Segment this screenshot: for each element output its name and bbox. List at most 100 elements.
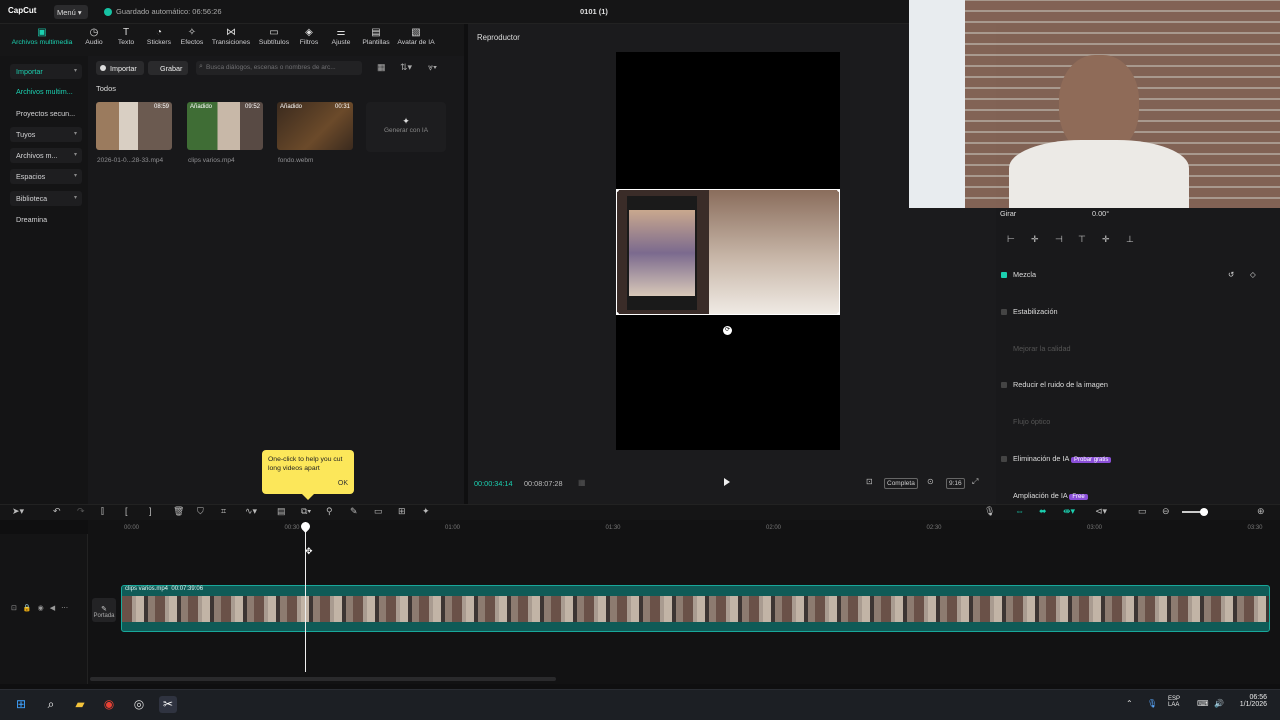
eye-icon[interactable]: ◉ bbox=[38, 605, 50, 612]
volume-icon[interactable]: ◀ bbox=[50, 605, 61, 612]
caption-tool-icon[interactable]: ▤ bbox=[277, 506, 286, 517]
sidebar-item[interactable]: Archivos multim... bbox=[10, 84, 82, 99]
media-search-input[interactable]: ⌕ Busca diálogos, escenas o nombres de ar… bbox=[196, 61, 362, 75]
delete-icon[interactable]: 🗑 bbox=[173, 506, 184, 517]
reset-icon[interactable]: ↺ bbox=[1228, 270, 1234, 279]
tray-mic-icon[interactable]: 🎙 bbox=[1147, 699, 1157, 708]
align-center-v-icon[interactable]: ✛ bbox=[1102, 234, 1110, 245]
toolbar-tab[interactable]: ⚌ Ajuste bbox=[329, 27, 353, 53]
resize-handle[interactable] bbox=[617, 312, 619, 314]
redo-icon[interactable]: ↷ bbox=[77, 506, 85, 517]
timeline-ruler[interactable]: 00:00 00:30 01:00 01:30 02:00 02:30 03:00 03:30 bbox=[88, 520, 1280, 534]
resize-handle[interactable] bbox=[837, 312, 839, 314]
undo-icon[interactable]: ↶ bbox=[53, 506, 61, 517]
ai-tool-icon[interactable]: ✦ bbox=[422, 506, 430, 517]
cover-button[interactable]: ✎ Portada bbox=[92, 598, 116, 622]
snap-icon[interactable]: ⇼▾ bbox=[1063, 506, 1075, 517]
aspect-ratio-select[interactable]: 9:16 bbox=[946, 478, 965, 489]
capcut-taskbar-icon[interactable]: ✂ bbox=[159, 696, 177, 713]
toolbar-tab[interactable]: ✧ Efectos bbox=[178, 27, 206, 53]
caption-toggle-icon[interactable]: ▭ bbox=[1138, 506, 1147, 517]
toolbar-tab[interactable]: T Texto bbox=[114, 27, 138, 53]
resize-handle[interactable] bbox=[837, 190, 839, 192]
sort-icon[interactable]: ⇅▾ bbox=[400, 62, 412, 73]
zoom-slider-knob[interactable] bbox=[1200, 508, 1208, 516]
freeze-icon[interactable]: ⚲ bbox=[326, 506, 333, 517]
shield-icon[interactable]: ⛉ bbox=[197, 506, 204, 517]
toolbar-tab[interactable]: ◷ Audio bbox=[82, 27, 106, 53]
denoise-checkbox[interactable] bbox=[1001, 382, 1007, 388]
smart-cut-icon[interactable]: ⧉▾ bbox=[301, 506, 311, 517]
keyframe-icon[interactable]: ◇ bbox=[1250, 270, 1256, 279]
grid-view-icon[interactable]: ▦ bbox=[377, 62, 386, 73]
sidebar-item[interactable]: Proyectos secun... bbox=[10, 106, 82, 121]
sidebar-item[interactable]: Tuyos ▾ bbox=[10, 127, 82, 142]
link-main-icon[interactable]: ⇔ bbox=[1015, 506, 1024, 516]
filter-icon[interactable]: ⩔▾ bbox=[428, 62, 437, 73]
toolbar-tab[interactable]: ▣ Archivos multimedia bbox=[8, 27, 76, 53]
replace-icon[interactable]: ⊞ bbox=[398, 506, 406, 517]
crop-icon[interactable]: ⊡ bbox=[866, 477, 873, 486]
network-icon[interactable]: ⌨ bbox=[1197, 699, 1209, 708]
link-sub-icon[interactable]: ⬌ bbox=[1039, 506, 1047, 517]
windows-start-icon[interactable]: ⊞ bbox=[12, 696, 30, 713]
sidebar-item[interactable]: Importar ▾ bbox=[10, 64, 82, 79]
fullscreen-icon[interactable]: ⤢ bbox=[972, 477, 978, 487]
blend-checkbox[interactable] bbox=[1001, 272, 1007, 278]
obs-icon[interactable]: ◎ bbox=[130, 696, 148, 713]
zoom-slider[interactable] bbox=[1182, 508, 1208, 516]
media-item[interactable]: Añadido 09:52 bbox=[187, 102, 263, 150]
toolbar-tab[interactable]: ◔ Stickers bbox=[144, 27, 174, 53]
stabilize-checkbox[interactable] bbox=[1001, 309, 1007, 315]
zoom-out-icon[interactable]: ⊖ bbox=[1162, 506, 1170, 517]
magic-icon[interactable]: ✎ bbox=[350, 506, 358, 517]
sidebar-item[interactable]: Archivos m... ▾ bbox=[10, 148, 82, 163]
align-left-icon[interactable]: ⊢ bbox=[1007, 234, 1015, 245]
sidebar-item[interactable]: Biblioteca ▾ bbox=[10, 191, 82, 206]
align-top-icon[interactable]: ⊤ bbox=[1078, 234, 1086, 245]
media-item[interactable]: Añadido 00:31 bbox=[277, 102, 353, 150]
more-icon[interactable]: ⋯ bbox=[61, 605, 74, 612]
toolbar-tab[interactable]: ⋈ Transiciones bbox=[209, 27, 253, 53]
selected-clip-preview[interactable] bbox=[616, 189, 840, 315]
tray-chevron-icon[interactable]: ⌃ bbox=[1126, 699, 1133, 708]
file-explorer-icon[interactable]: ▰ bbox=[71, 696, 89, 713]
preview-axis-icon[interactable]: ⊲▾ bbox=[1095, 506, 1107, 517]
lock-icon[interactable]: 🔒 bbox=[23, 605, 38, 612]
ai-remove-checkbox[interactable] bbox=[1001, 456, 1007, 462]
toolbar-tab[interactable]: ◈ Filtros bbox=[297, 27, 321, 53]
rotate-handle-icon[interactable]: ⟳ bbox=[723, 326, 732, 335]
crop-tool-icon[interactable]: ⌗ bbox=[221, 506, 226, 517]
input-language[interactable]: ESP LAA bbox=[1168, 696, 1180, 708]
quality-select[interactable]: Completa bbox=[884, 478, 918, 489]
select-tool-icon[interactable]: ➤▾ bbox=[12, 506, 24, 517]
trim-right-icon[interactable]: ] bbox=[149, 506, 152, 516]
split-icon[interactable]: ⫿ bbox=[101, 506, 104, 517]
play-icon[interactable] bbox=[724, 478, 730, 486]
rotate-input[interactable]: 0.00° bbox=[1092, 209, 1109, 218]
toolbar-tab[interactable]: ▧ Avatar de IA bbox=[396, 27, 436, 53]
toolbar-tab[interactable]: ▤ Plantillas bbox=[359, 27, 393, 53]
record-button[interactable]: Grabar bbox=[148, 61, 188, 75]
sidebar-item[interactable]: Dreamina bbox=[10, 212, 82, 227]
menu-button[interactable]: Menú ▾ bbox=[54, 5, 88, 19]
toolbar-tab[interactable]: ▭ Subtítulos bbox=[257, 27, 291, 53]
aspect-icon[interactable]: ▭ bbox=[374, 506, 383, 517]
search-taskbar-icon[interactable]: ⌕ bbox=[42, 696, 60, 713]
chrome-icon[interactable]: ◉ bbox=[100, 696, 118, 713]
trim-left-icon[interactable]: [ bbox=[125, 506, 128, 516]
align-center-h-icon[interactable]: ✛ bbox=[1031, 234, 1039, 245]
track-lock-icon[interactable]: ⊡ bbox=[11, 605, 23, 612]
resize-handle[interactable] bbox=[617, 190, 619, 192]
zoom-fit-icon[interactable]: ⊕ bbox=[1257, 506, 1265, 517]
align-bottom-icon[interactable]: ⊥ bbox=[1126, 234, 1134, 245]
system-clock[interactable]: 06:56 1/1/2026 bbox=[1225, 694, 1267, 708]
align-right-icon[interactable]: ⊣ bbox=[1055, 234, 1063, 245]
volume-tray-icon[interactable]: 🔊 bbox=[1214, 699, 1224, 708]
mic-icon[interactable]: 🎙 bbox=[984, 506, 995, 517]
timecode-toggle-icon[interactable]: ▦ bbox=[578, 478, 586, 487]
audio-wave-icon[interactable]: ∿▾ bbox=[245, 506, 257, 517]
tooltip-ok-button[interactable]: OK bbox=[338, 480, 348, 487]
snapshot-icon[interactable]: ⊙ bbox=[927, 477, 934, 486]
timeline-scrollbar[interactable] bbox=[90, 677, 556, 681]
